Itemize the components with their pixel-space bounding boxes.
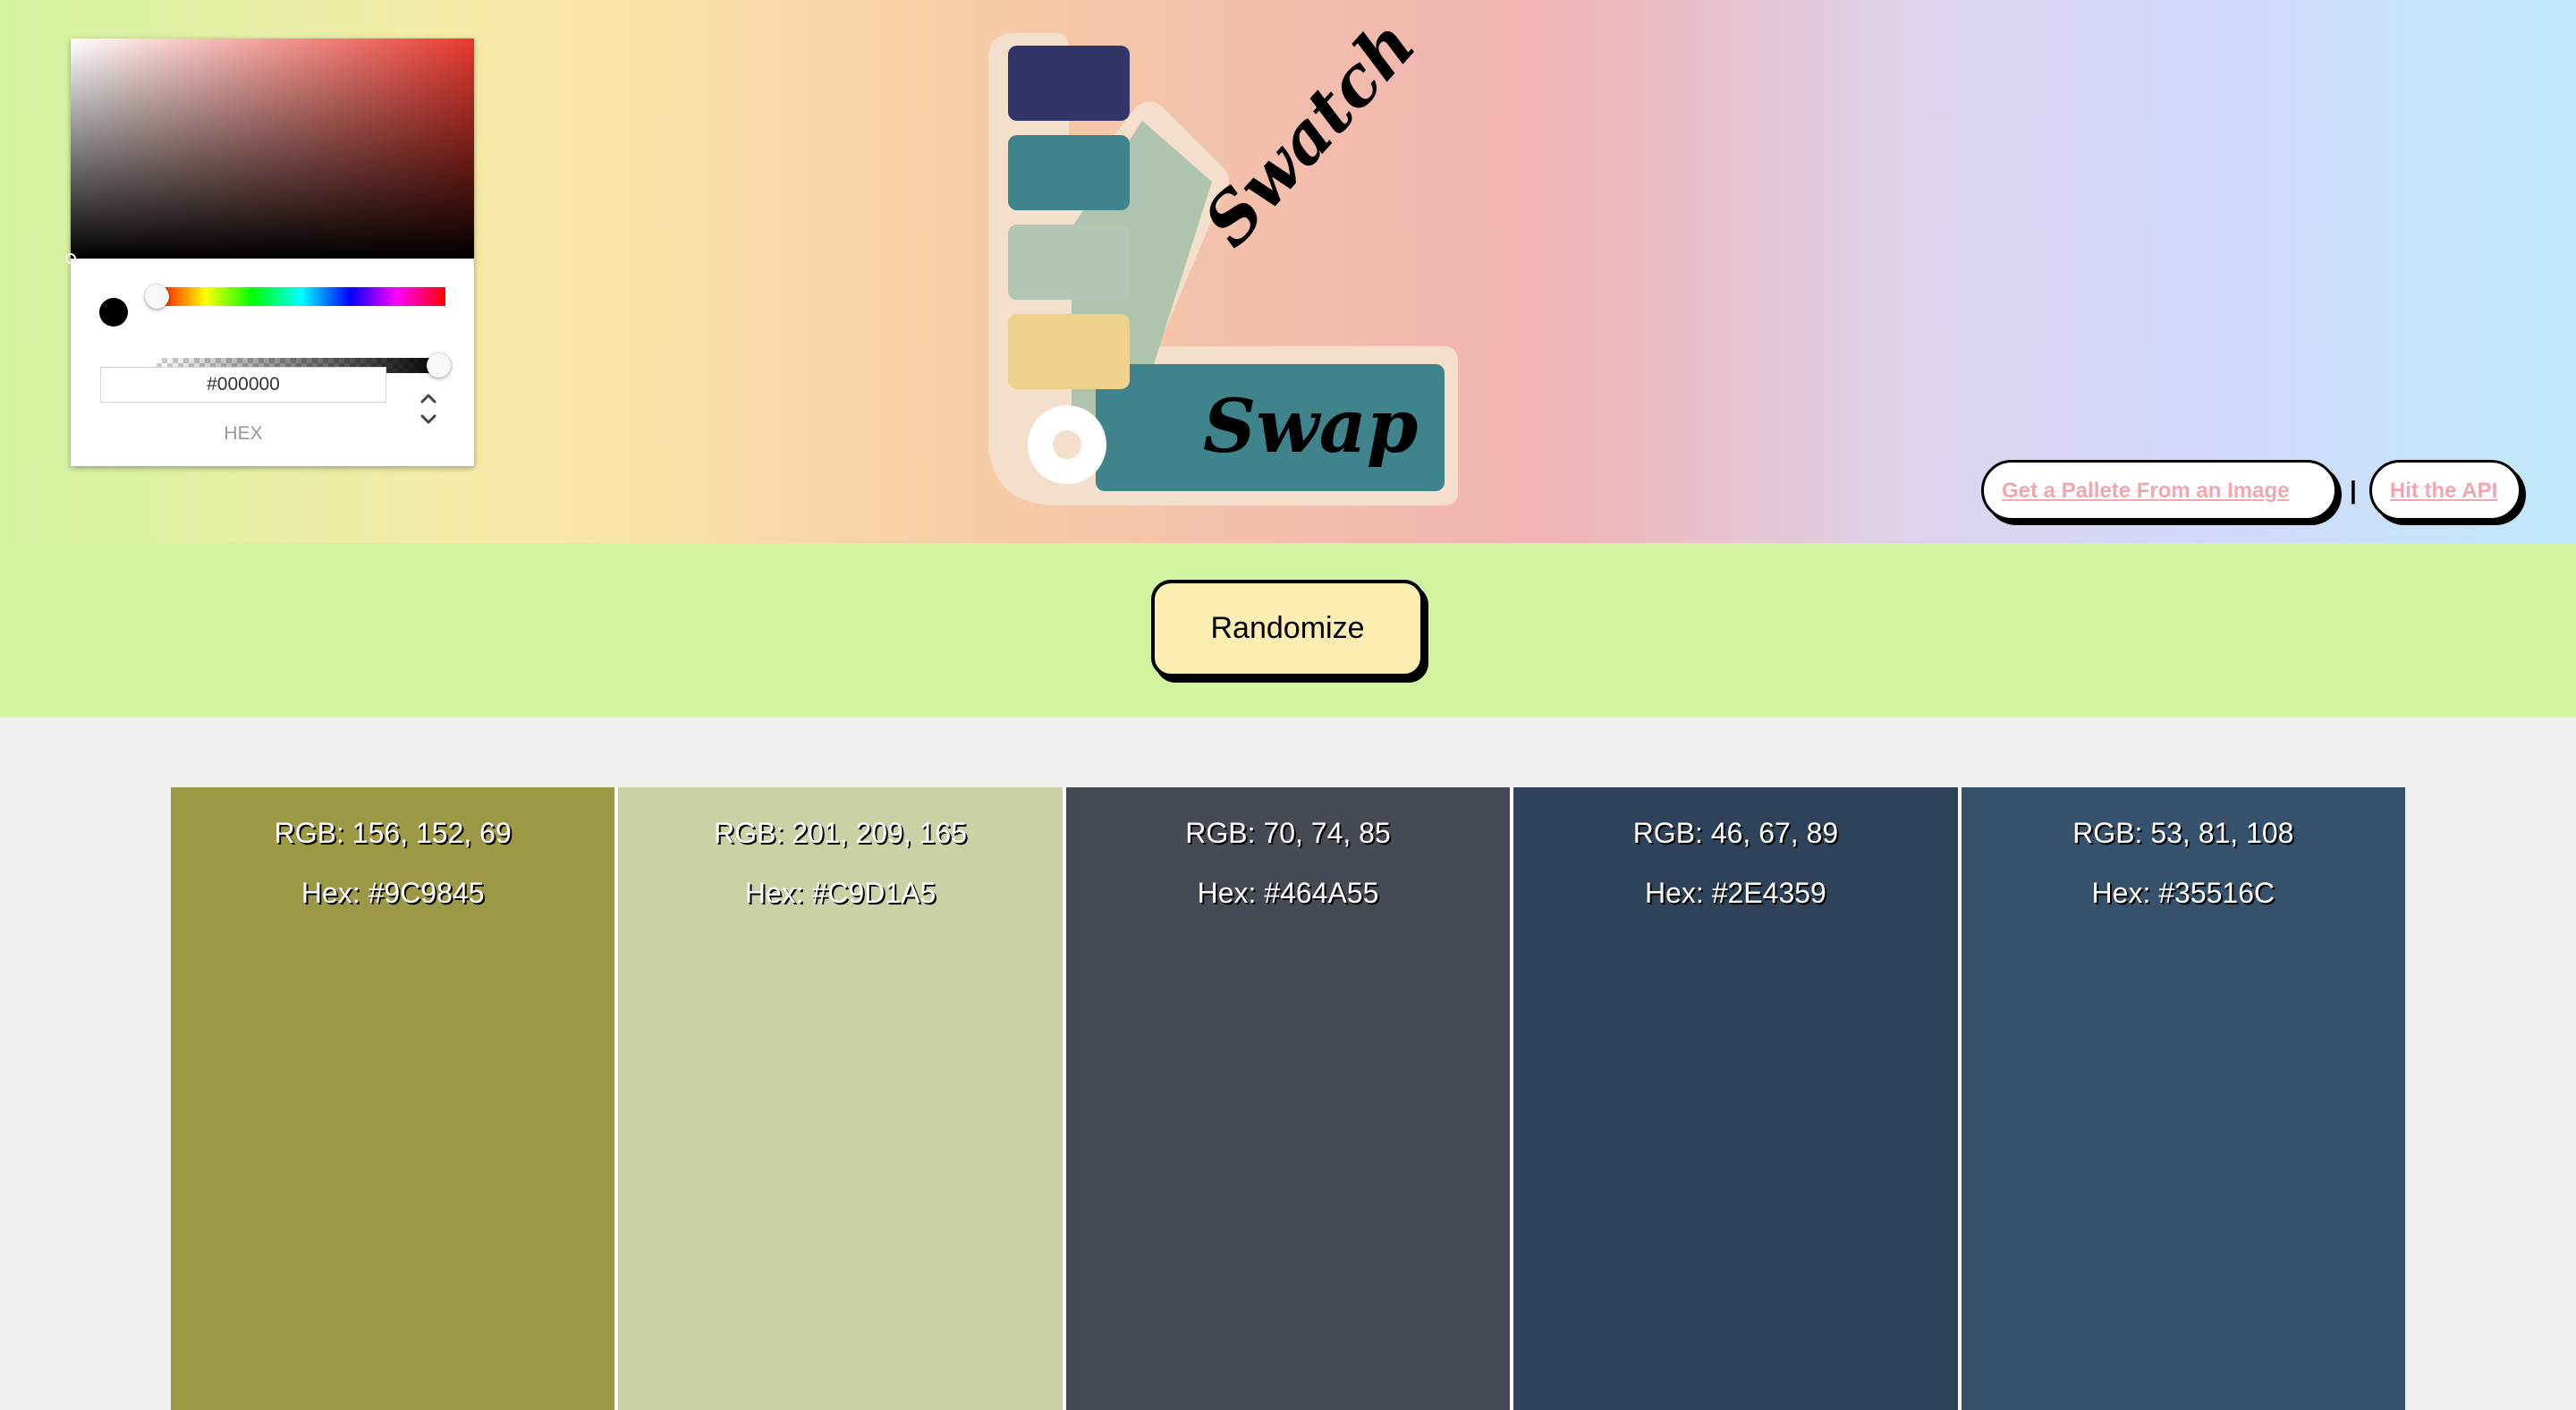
api-link[interactable]: Hit the API (2368, 460, 2521, 521)
swatch-1[interactable]: RGB: 156, 152, 69 Hex: #9C9845 (171, 787, 619, 1410)
nav-separator: | (2350, 476, 2357, 504)
saturation-cursor[interactable] (65, 253, 76, 264)
image-palette-link[interactable]: Get a Pallete From an Image (1981, 460, 2337, 521)
randomize-button[interactable]: Randomize (1151, 580, 1424, 677)
alpha-slider-thumb[interactable] (427, 353, 451, 378)
format-label: HEX (224, 423, 263, 444)
palette: RGB: 156, 152, 69 Hex: #9C9845 RGB: 201,… (171, 787, 2406, 1410)
swatch-4[interactable]: RGB: 46, 67, 89 Hex: #2E4359 (1513, 787, 1962, 1410)
swatch-rgb-label: RGB: 201, 209, 165 (714, 817, 968, 849)
swatch-hex-label: Hex: #35516C (2091, 877, 2275, 909)
format-toggle-icon[interactable] (418, 389, 439, 429)
swatch-hex-label: Hex: #9C9845 (301, 877, 485, 909)
logo-word-swap: Swap (1203, 384, 1418, 470)
logo-chip-2 (1008, 135, 1130, 210)
hue-slider-thumb[interactable] (145, 285, 169, 309)
swatch-3[interactable]: RGB: 70, 74, 85 Hex: #464A55 (1065, 787, 1514, 1410)
saturation-area[interactable] (65, 38, 474, 264)
nav-links: Get a Pallete From an Image | Hit the AP… (1981, 458, 2521, 522)
swatch-rgb-label: RGB: 46, 67, 89 (1632, 817, 1839, 849)
swatch-hex-label: Hex: #2E4359 (1645, 877, 1826, 909)
swatch-rgb-label: RGB: 53, 81, 108 (2072, 817, 2294, 849)
swatch-rgb-label: RGB: 156, 152, 69 (274, 817, 512, 849)
color-preview (99, 298, 128, 327)
logo-chip-3 (1008, 225, 1130, 300)
swatch-5[interactable]: RGB: 53, 81, 108 Hex: #35516C (1961, 787, 2406, 1410)
logo-word-swatch: Swatch (1188, 31, 1430, 261)
swatch-rgb-label: RGB: 70, 74, 85 (1185, 817, 1391, 849)
logo-chip-4 (1008, 314, 1130, 389)
swatch-swap-logo: Swatch Swap (988, 31, 1458, 505)
hue-slider[interactable] (157, 287, 445, 306)
color-picker: HEX (65, 38, 474, 466)
logo-chip-1 (1008, 46, 1130, 121)
swatch-2[interactable]: RGB: 201, 209, 165 Hex: #C9D1A5 (618, 787, 1066, 1410)
hex-input[interactable] (100, 367, 386, 403)
swatch-hex-label: Hex: #464A55 (1197, 877, 1379, 909)
header-banner: HEX Swatch Swap Get a Pallete From an Im… (0, 0, 2576, 543)
swatch-hex-label: Hex: #C9D1A5 (744, 877, 936, 909)
